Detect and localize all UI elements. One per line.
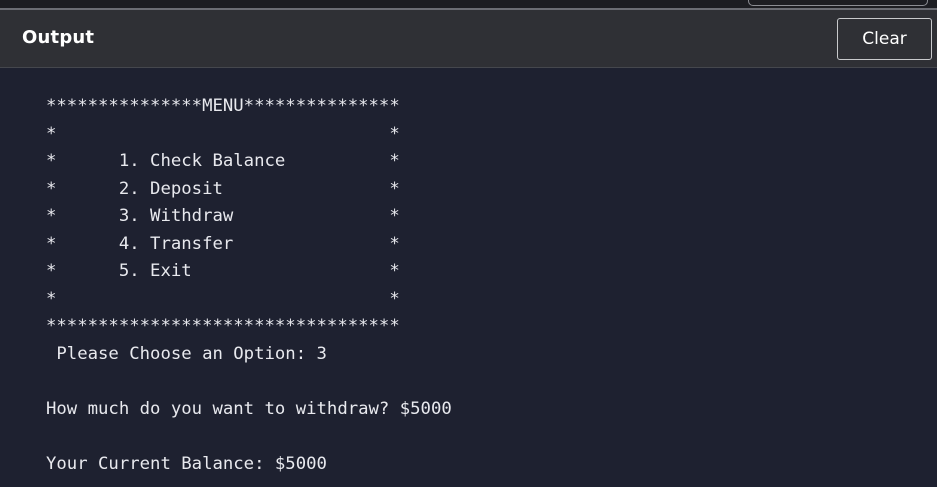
- console-line: How much do you want to withdraw? $5000: [46, 398, 452, 419]
- console-output: ***************MENU*************** * * * 1…: [46, 93, 452, 478]
- output-title: Output: [22, 27, 95, 48]
- console-output-area: ***************MENU*************** * * * 1…: [0, 69, 937, 487]
- console-line: Your Current Balance: $5000: [46, 453, 327, 474]
- console-line: * 2. Deposit *: [46, 178, 400, 199]
- console-line: * 1. Check Balance *: [46, 151, 400, 171]
- console-line: * *: [46, 288, 400, 309]
- console-line: * 3. Withdraw *: [46, 206, 400, 226]
- console-line: ***************MENU***************: [46, 96, 400, 116]
- top-control-outline[interactable]: [748, 0, 928, 6]
- output-header: Output Clear: [0, 10, 937, 68]
- console-line: **********************************: [46, 316, 400, 336]
- console-line: Please Choose an Option: 3: [46, 343, 327, 364]
- clear-button[interactable]: Clear: [837, 18, 932, 60]
- console-line: * 5. Exit *: [46, 261, 400, 281]
- console-line: * 4. Transfer *: [46, 233, 400, 254]
- console-line: * *: [46, 123, 400, 144]
